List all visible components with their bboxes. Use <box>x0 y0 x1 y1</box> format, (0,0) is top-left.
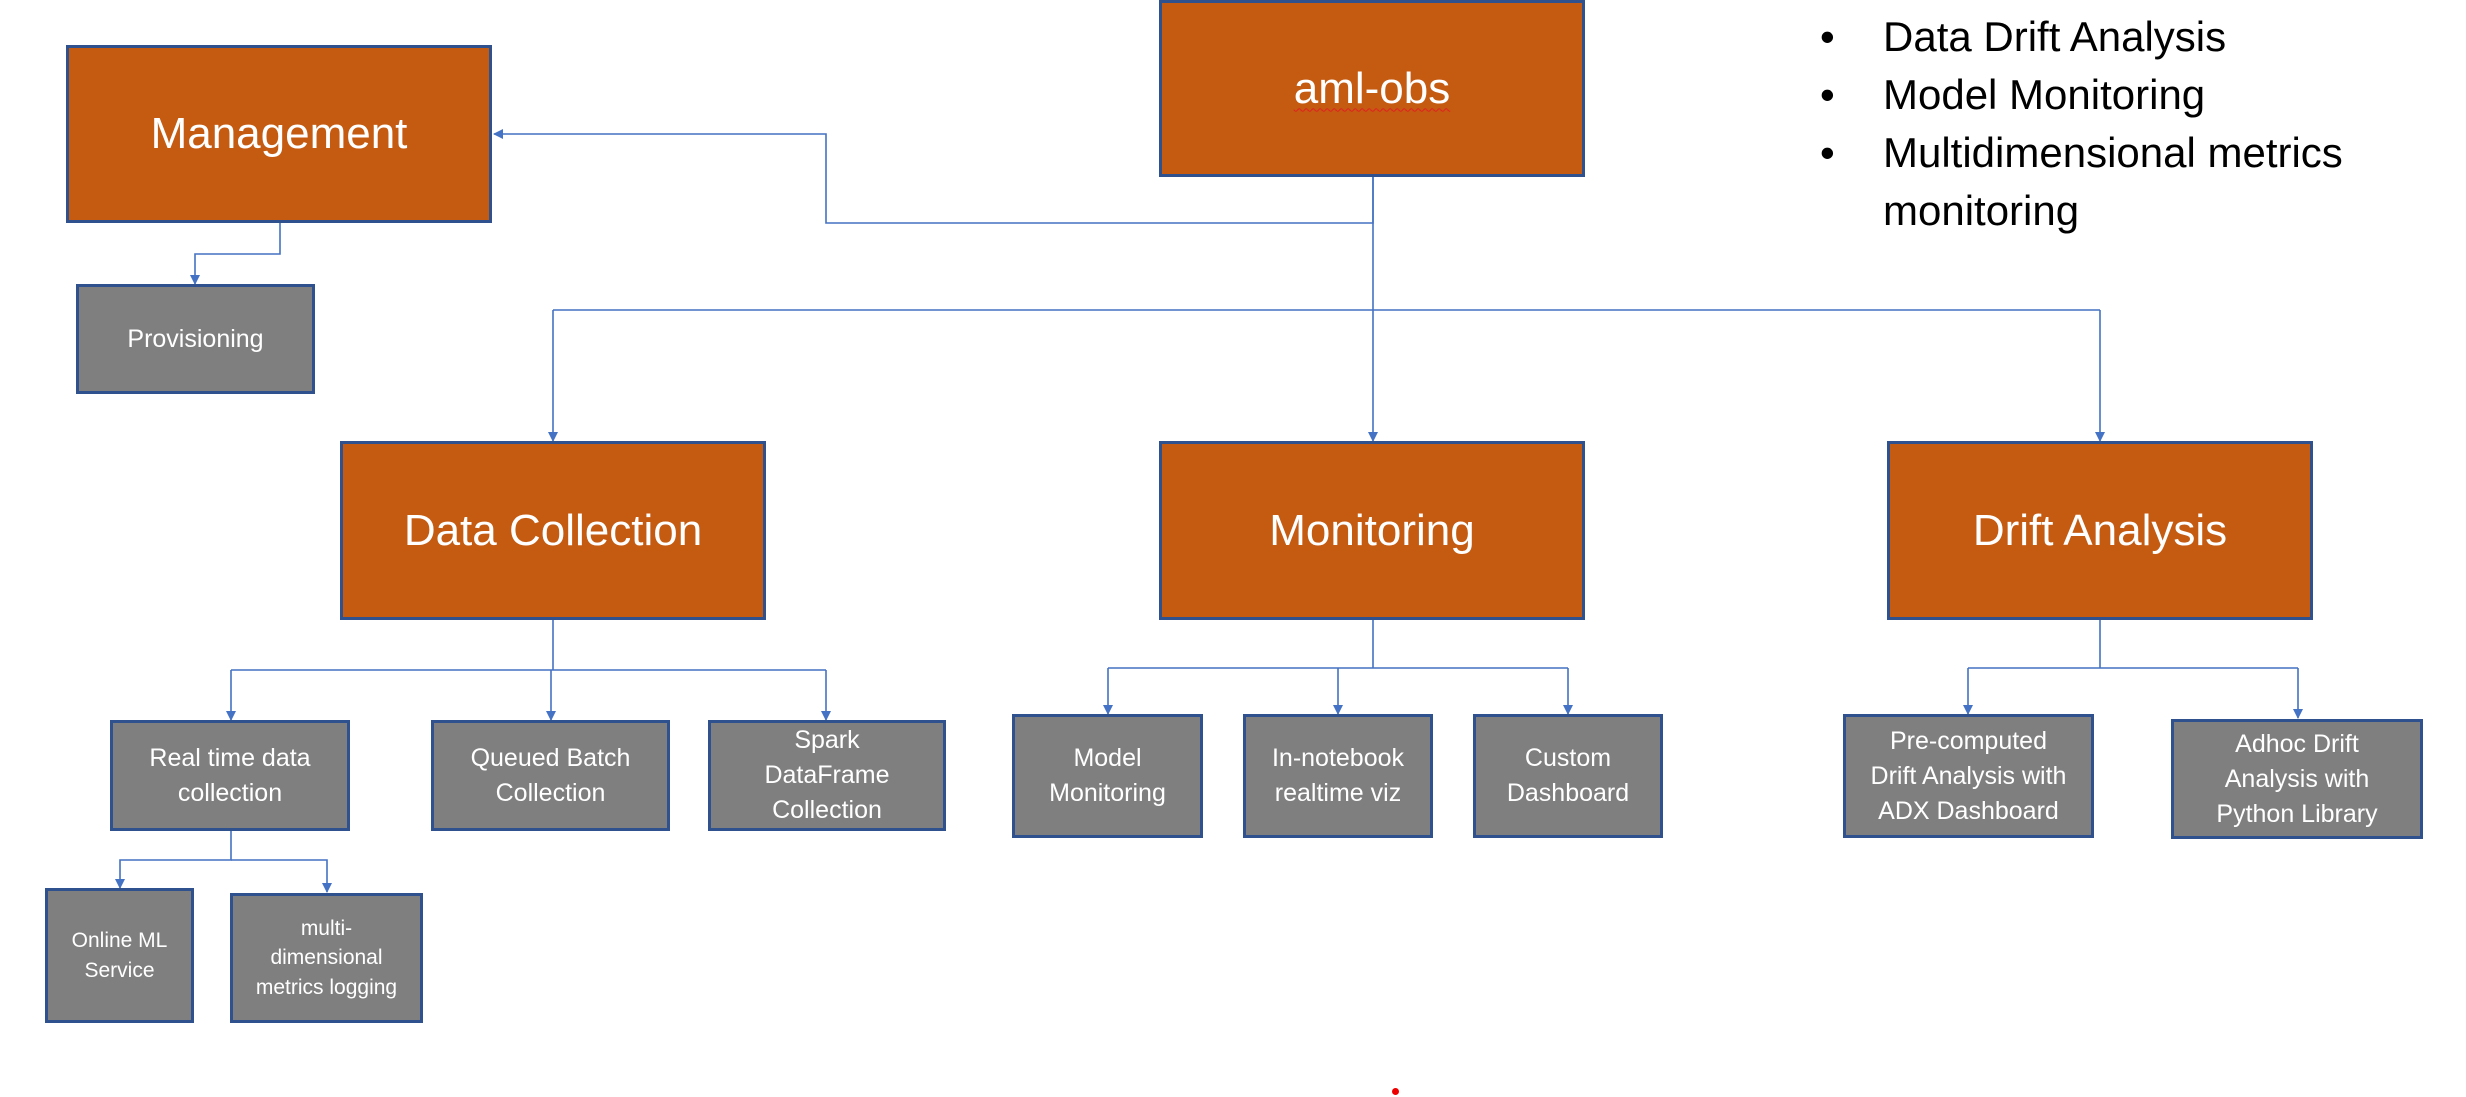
data-collection-label: Data Collection <box>403 505 703 555</box>
bullet-icon: • <box>1820 129 1835 176</box>
queued-batch-node[interactable]: Queued Batch Collection <box>431 720 670 831</box>
node-label: Pre-computed Drift Analysis with ADX Das… <box>1870 726 2067 825</box>
node-label: Custom Dashboard <box>1506 744 1630 807</box>
custom-dashboard-node[interactable]: Custom Dashboard <box>1473 714 1663 838</box>
monitoring-node[interactable]: Monitoring <box>1159 441 1585 620</box>
root-label: aml-obs <box>1293 63 1451 113</box>
node-label: Real time data collection <box>149 743 311 807</box>
notebook-viz-node[interactable]: In-notebook realtime viz <box>1243 714 1433 838</box>
spark-dataframe-node[interactable]: Spark DataFrame Collection <box>708 720 946 831</box>
feature-text: Data Drift Analysis <box>1883 13 2227 60</box>
node-label: Queued Batch Collection <box>470 743 631 807</box>
feature-text: Model Monitoring <box>1883 71 2206 118</box>
feature-text: Multidimensional metrics monitoring <box>1883 129 2343 234</box>
provisioning-label: Provisioning <box>127 324 264 353</box>
drift-analysis-label: Drift Analysis <box>1972 505 2228 555</box>
precomputed-drift-node[interactable]: Pre-computed Drift Analysis with ADX Das… <box>1843 714 2094 838</box>
data-collection-node[interactable]: Data Collection <box>340 441 766 620</box>
model-monitoring-node[interactable]: Model Monitoring <box>1012 714 1203 838</box>
management-label: Management <box>150 109 408 158</box>
online-ml-service-node[interactable]: Online ML Service <box>45 888 194 1023</box>
node-label: In-notebook realtime viz <box>1271 744 1405 807</box>
node-label: Online ML Service <box>71 929 168 982</box>
connector-to-online-ml <box>115 830 232 889</box>
management-node[interactable]: Management <box>66 45 492 223</box>
provisioning-node[interactable]: Provisioning <box>76 284 315 394</box>
root-node[interactable]: aml-obs <box>1159 0 1585 177</box>
bullet-icon: • <box>1820 13 1835 60</box>
connector-to-metrics-logging <box>231 859 332 893</box>
feature-item: • Model Monitoring <box>1820 66 2343 124</box>
node-label: Model Monitoring <box>1049 744 1166 807</box>
realtime-collection-node[interactable]: Real time data collection <box>110 720 350 831</box>
monitoring-label: Monitoring <box>1269 505 1475 555</box>
node-label: Spark DataFrame Collection <box>764 726 890 824</box>
node-label: Adhoc Drift Analysis with Python Library <box>2216 729 2378 828</box>
cursor-dot <box>1392 1088 1399 1095</box>
feature-item: • Multidimensional metrics monitoring <box>1820 124 2343 240</box>
adhoc-drift-node[interactable]: Adhoc Drift Analysis with Python Library <box>2171 719 2423 839</box>
bullet-icon: • <box>1820 71 1835 118</box>
feature-item: • Data Drift Analysis <box>1820 8 2343 66</box>
feature-list: • Data Drift Analysis • Model Monitoring •… <box>1820 8 2343 240</box>
drift-analysis-node[interactable]: Drift Analysis <box>1887 441 2313 620</box>
node-label: multi- dimensional metrics logging <box>255 916 398 999</box>
connector-management-provisioning <box>190 222 281 285</box>
metrics-logging-node[interactable]: multi- dimensional metrics logging <box>230 893 423 1023</box>
